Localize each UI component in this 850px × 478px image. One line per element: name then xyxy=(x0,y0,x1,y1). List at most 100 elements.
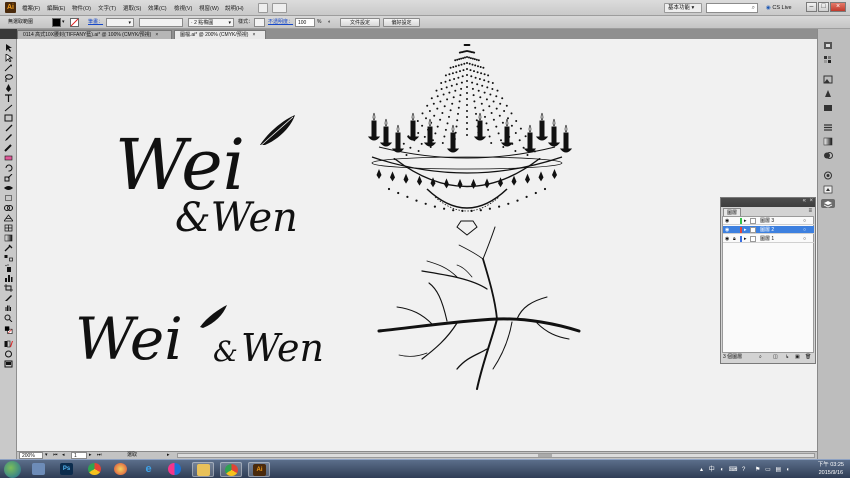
horizontal-scrollbar[interactable] xyxy=(177,453,815,458)
layer-name[interactable]: 圖層 2 xyxy=(760,226,774,234)
logo-bottom[interactable]: Wei & Wen xyxy=(75,305,324,373)
line-tool-icon[interactable] xyxy=(4,104,13,112)
eye-icon[interactable]: ◉ xyxy=(725,236,730,242)
artboard-canvas[interactable]: Wei &Wen Wei & Wen xyxy=(17,39,817,451)
taskbar-app-explorer[interactable] xyxy=(28,462,50,477)
lasso-tool-icon[interactable] xyxy=(4,74,13,82)
zoom-tool-icon[interactable] xyxy=(4,314,13,322)
paintbrush-tool-icon[interactable] xyxy=(4,124,13,132)
keyboard-icon[interactable]: ⌨ xyxy=(729,467,738,473)
eyedropper-tool-icon[interactable] xyxy=(4,244,13,252)
recolor-icon[interactable]: ◐ xyxy=(328,18,331,27)
flag-icon[interactable]: ⚑ xyxy=(755,467,760,473)
logo-top[interactable]: Wei &Wen xyxy=(115,115,298,241)
menu-edit[interactable]: 編輯(E) xyxy=(47,4,65,12)
search-input[interactable]: ⌕ xyxy=(706,3,758,13)
volume-icon[interactable]: ◖ xyxy=(786,467,790,473)
zoom-field[interactable]: 200% xyxy=(19,452,43,459)
trash-icon[interactable]: 🗑︎ xyxy=(805,353,811,361)
clipping-mask-icon[interactable]: ◫ xyxy=(773,353,778,361)
fill-stroke-swatches[interactable] xyxy=(4,326,14,336)
stroke-weight-dropdown[interactable]: ▾ xyxy=(106,18,134,27)
previous-artboard-icon[interactable]: ◂ xyxy=(62,452,65,459)
start-button[interactable] xyxy=(4,461,21,478)
layer-name[interactable]: 圖層 1 xyxy=(760,235,774,243)
rotate-tool-icon[interactable] xyxy=(4,164,13,172)
workspace-switcher[interactable]: 基本功能 ▾ xyxy=(664,3,702,13)
opacity-field[interactable]: 100 xyxy=(295,18,315,27)
stroke-label[interactable]: 筆畫： xyxy=(88,18,103,27)
menu-window[interactable]: 視窗(W) xyxy=(199,4,219,12)
network-icon[interactable]: ▤ xyxy=(775,467,781,473)
screen-mode-icon[interactable] xyxy=(4,360,13,368)
status-menu-icon[interactable]: ▸ xyxy=(167,452,170,459)
expand-triangle-icon[interactable]: ▸ xyxy=(744,235,747,243)
image-panel-icon[interactable] xyxy=(821,75,835,84)
layer-name[interactable]: 圖層 3 xyxy=(760,217,774,225)
eye-icon[interactable]: ◉ xyxy=(725,218,730,224)
menu-file[interactable]: 檔案(F) xyxy=(22,4,40,12)
free-transform-tool-icon[interactable] xyxy=(4,194,13,202)
target-circle-icon[interactable]: ○ xyxy=(803,235,806,243)
selection-tool-icon[interactable] xyxy=(4,44,13,52)
eye-icon[interactable]: ◉ xyxy=(725,227,730,233)
taskbar-app-chrome[interactable] xyxy=(84,462,106,477)
mesh-tool-icon[interactable] xyxy=(4,224,13,232)
taskbar-app-internet-explorer[interactable]: e xyxy=(138,462,160,477)
document-setup-button[interactable]: 文件設定 xyxy=(340,18,380,27)
help-icon[interactable]: ? xyxy=(742,467,745,473)
layers-panel-icon[interactable] xyxy=(821,199,835,208)
tray-up-arrow-icon[interactable]: ▴ xyxy=(700,467,703,473)
align-panel-icon[interactable] xyxy=(821,185,835,194)
close-tab-icon[interactable]: × xyxy=(155,32,158,38)
opacity-label[interactable]: 不透明度： xyxy=(268,18,293,27)
expand-triangle-icon[interactable]: ▸ xyxy=(744,226,747,234)
swatches-panel-icon[interactable] xyxy=(821,55,835,64)
blend-tool-icon[interactable] xyxy=(4,254,13,262)
chandelier-illustration[interactable] xyxy=(367,44,573,236)
ime-indicator[interactable]: 中 xyxy=(709,467,715,473)
maximize-button[interactable]: □ xyxy=(818,2,829,12)
taskbar-app-photoshop[interactable]: Ps xyxy=(56,462,78,477)
close-tab-icon[interactable]: × xyxy=(252,32,255,38)
draw-mode-icon[interactable] xyxy=(4,350,13,358)
width-tool-icon[interactable] xyxy=(4,184,13,192)
lock-toggle[interactable] xyxy=(733,227,738,233)
new-sublayer-icon[interactable]: ↳ xyxy=(785,353,789,361)
menu-object[interactable]: 物件(O) xyxy=(72,4,91,12)
pencil-tool-icon[interactable] xyxy=(4,134,13,142)
menu-effect[interactable]: 效果(C) xyxy=(148,4,167,12)
variable-width-dropdown[interactable] xyxy=(139,18,183,27)
scrollbar-thumb[interactable] xyxy=(538,454,552,457)
brush-dropdown[interactable]: · 2 點橢圓 ▾ xyxy=(188,18,234,27)
color-mode-icon[interactable] xyxy=(4,340,13,348)
cs-live-button[interactable]: ◉ CS Live xyxy=(766,3,792,13)
taskbar-app-illustrator[interactable]: Ai xyxy=(248,462,270,477)
expand-triangle-icon[interactable]: ▸ xyxy=(744,217,747,225)
taskbar-app-chrome-window[interactable] xyxy=(220,462,242,477)
gradient-panel-icon[interactable] xyxy=(821,137,835,146)
artboard-tool-icon[interactable] xyxy=(4,284,13,292)
blob-brush-tool-icon[interactable] xyxy=(4,144,13,152)
taskbar-app-folder[interactable] xyxy=(192,462,214,477)
minimize-button[interactable]: – xyxy=(806,2,817,12)
direct-selection-tool-icon[interactable] xyxy=(4,54,13,62)
stroke-swatch[interactable] xyxy=(70,18,79,27)
appearance-panel-icon[interactable] xyxy=(821,171,835,180)
panel-menu-icon[interactable]: ≡ xyxy=(808,208,812,214)
style-dropdown[interactable] xyxy=(254,18,265,27)
taskbar-app-flickr[interactable] xyxy=(164,462,186,477)
graphic-styles-panel-icon[interactable] xyxy=(821,103,835,112)
fill-swatch[interactable] xyxy=(52,18,61,27)
monitor-icon[interactable]: ▭ xyxy=(765,467,771,473)
collapse-icon[interactable]: « xyxy=(803,198,806,204)
tab-document-1[interactable]: 0114 高式10X腰封(TIFFANY藍).ai* @ 100% (CMYK/… xyxy=(17,30,172,39)
lock-icon[interactable]: 🔒︎ xyxy=(733,236,738,242)
target-circle-icon[interactable]: ○ xyxy=(803,217,806,225)
eraser-tool-icon[interactable] xyxy=(4,154,13,162)
artboard-number-field[interactable]: 1 xyxy=(71,452,87,459)
layer-row-1[interactable]: ◉ 🔒︎ ▸ 圖層 1 ○ xyxy=(723,235,814,243)
scale-tool-icon[interactable] xyxy=(4,174,13,182)
symbol-sprayer-tool-icon[interactable] xyxy=(4,264,13,272)
first-artboard-icon[interactable]: ⏮ xyxy=(53,452,58,459)
